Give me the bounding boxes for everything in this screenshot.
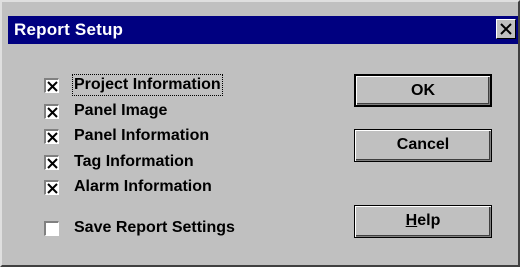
cancel-button[interactable]: Cancel	[354, 129, 492, 162]
option-label: Tag Information	[74, 153, 194, 170]
option-label: Alarm Information	[74, 178, 212, 195]
ok-button[interactable]: OK	[354, 74, 492, 107]
title-bar[interactable]: Report Setup	[8, 16, 518, 44]
checkmark-x-icon	[47, 81, 58, 92]
help-button-label: elp	[417, 212, 441, 229]
checkmark-x-icon	[47, 107, 58, 118]
help-button-mnemonic: H	[405, 212, 418, 229]
option-label: Panel Image	[74, 102, 168, 119]
close-button[interactable]	[496, 19, 516, 39]
tag-information-checkbox[interactable]	[44, 155, 59, 170]
project-information-checkbox[interactable]	[44, 78, 59, 93]
option-label: Save Report Settings	[74, 219, 235, 236]
panel-information-checkbox[interactable]	[44, 129, 59, 144]
alarm-information-checkbox[interactable]	[44, 180, 59, 195]
checkmark-x-icon	[47, 158, 58, 169]
option-label: Project Information	[72, 74, 223, 96]
checkmark-x-icon	[47, 183, 58, 194]
save-report-settings-checkbox[interactable]	[44, 221, 59, 236]
report-setup-dialog: Report Setup Project Information Panel I…	[0, 0, 520, 267]
close-icon	[500, 22, 512, 39]
dialog-title: Report Setup	[14, 20, 124, 39]
help-button[interactable]: Help	[354, 205, 492, 238]
panel-image-checkbox[interactable]	[44, 104, 59, 119]
ok-button-label: OK	[411, 82, 435, 99]
cancel-button-label: Cancel	[396, 136, 450, 153]
checkmark-x-icon	[47, 132, 58, 143]
option-label: Panel Information	[74, 127, 210, 144]
